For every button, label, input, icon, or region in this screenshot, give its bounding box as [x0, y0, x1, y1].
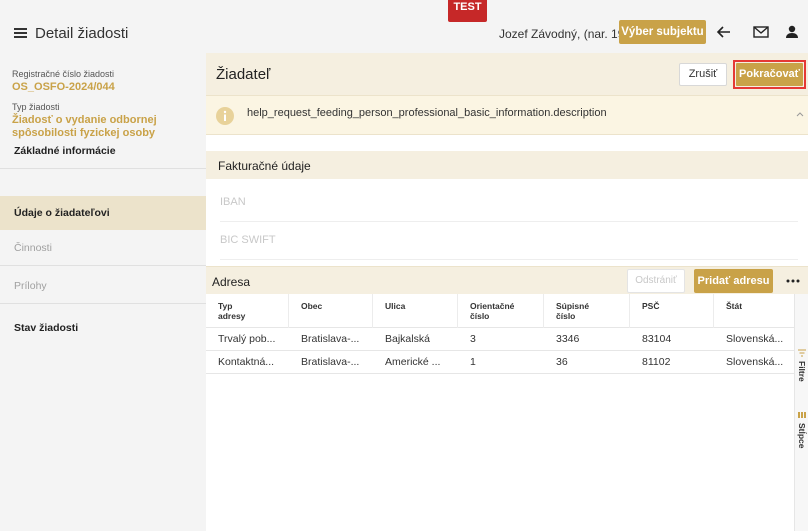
- columns-label: Stĺpce: [797, 423, 807, 449]
- info-box: help_request_feeding_person_professional…: [206, 95, 808, 135]
- sidebar-item-request-status[interactable]: Stav žiadosti: [0, 311, 206, 345]
- table-cell: 81102: [642, 356, 671, 368]
- more-options-icon[interactable]: [786, 279, 800, 283]
- table-cell: 1: [470, 356, 476, 368]
- bic-swift-field[interactable]: BIC SWIFT: [220, 234, 798, 260]
- table-cell: Bratislava-...: [301, 333, 360, 345]
- hamburger-menu-icon[interactable]: [14, 28, 27, 38]
- table-row[interactable]: Kontaktná... Bratislava-... Americké ...…: [206, 351, 794, 374]
- main-panel: Žiadateľ Zrušiť Pokračovať help_request_…: [206, 53, 808, 531]
- sidebar-item-basic-info[interactable]: Základné informácie: [0, 134, 206, 168]
- page-title: Detail žiadosti: [35, 25, 129, 42]
- table-cell: 3346: [556, 333, 580, 345]
- table-row[interactable]: Trvalý pob... Bratislava-... Bajkalská 3…: [206, 328, 794, 351]
- table-cell: Slovenská...: [726, 333, 784, 345]
- column-header[interactable]: Typ adresy: [206, 294, 289, 328]
- iban-field[interactable]: IBAN: [220, 196, 798, 222]
- table-cell: Trvalý pob...: [218, 333, 276, 345]
- column-header[interactable]: Súpisné číslo: [544, 294, 630, 328]
- panel-header: Žiadateľ Zrušiť Pokračovať: [206, 53, 808, 95]
- mail-icon[interactable]: [752, 23, 770, 41]
- continue-highlight: Pokračovať: [733, 60, 806, 89]
- table-cell: 83104: [642, 333, 672, 345]
- filters-tab[interactable]: Filtre: [797, 349, 807, 393]
- column-header[interactable]: Štát: [714, 294, 794, 328]
- table-cell: 3: [470, 333, 476, 345]
- billing-section-title: Fakturačné údaje: [218, 159, 311, 173]
- info-text: help_request_feeding_person_professional…: [247, 107, 607, 119]
- top-bar: Detail žiadosti TEST Jozef Závodný, (nar…: [0, 0, 808, 53]
- table-cell: Bratislava-...: [301, 356, 360, 368]
- column-header[interactable]: Ulica: [373, 294, 458, 328]
- request-type-label: Typ žiadosti: [12, 102, 60, 112]
- sidebar-item-activities: Činnosti: [14, 242, 52, 254]
- filters-label: Filtre: [797, 361, 807, 382]
- arrow-left-icon[interactable]: [715, 23, 733, 41]
- panel-title: Žiadateľ: [216, 66, 271, 83]
- address-title: Adresa: [212, 275, 251, 289]
- address-section-header: Adresa Odstrániť Pridať adresu: [206, 266, 808, 294]
- sidebar-item-applicant[interactable]: Údaje o žiadateľovi: [0, 196, 206, 230]
- person-icon[interactable]: [783, 23, 801, 41]
- columns-tab[interactable]: Stĺpce: [797, 411, 807, 455]
- request-type-value-line1: Žiadosť o vydanie odbornej: [12, 114, 157, 126]
- table-cell: Kontaktná...: [218, 356, 275, 368]
- select-subject-button[interactable]: Výber subjektu: [619, 20, 706, 44]
- table-cell: 36: [556, 356, 568, 368]
- add-address-button[interactable]: Pridať adresu: [694, 269, 773, 293]
- filter-icon: [798, 349, 806, 357]
- environment-badge: TEST: [448, 0, 487, 22]
- continue-button[interactable]: Pokračovať: [736, 63, 803, 86]
- cancel-button[interactable]: Zrušiť: [679, 63, 727, 86]
- grid-side-tools: Filtre Stĺpce: [794, 294, 808, 531]
- address-table: Typ adresy Obec Ulica Orientačné číslo Súp…: [206, 294, 794, 374]
- nav-divider: [0, 265, 206, 266]
- remove-address-button: Odstrániť: [627, 269, 685, 293]
- chevron-up-icon[interactable]: [796, 111, 804, 117]
- sidebar: Registračné číslo žiadosti OS_OSFO-2024/…: [0, 53, 206, 531]
- table-cell: Americké ...: [385, 356, 441, 368]
- table-header: Typ adresy Obec Ulica Orientačné číslo Súp…: [206, 294, 794, 328]
- billing-section-header: Fakturačné údaje: [206, 151, 808, 179]
- nav-divider: [0, 303, 206, 304]
- column-header[interactable]: Obec: [289, 294, 373, 328]
- column-header[interactable]: PSČ: [630, 294, 714, 328]
- reg-number-value: OS_OSFO-2024/044: [12, 81, 115, 93]
- reg-number-label: Registračné číslo žiadosti: [12, 69, 115, 79]
- nav-divider: [0, 168, 206, 169]
- table-cell: Bajkalská: [385, 333, 430, 345]
- column-header[interactable]: Orientačné číslo: [458, 294, 544, 328]
- sidebar-item-attachments: Prílohy: [14, 280, 47, 292]
- table-cell: Slovenská...: [726, 356, 784, 368]
- info-icon: [216, 107, 234, 125]
- columns-icon: [798, 412, 806, 418]
